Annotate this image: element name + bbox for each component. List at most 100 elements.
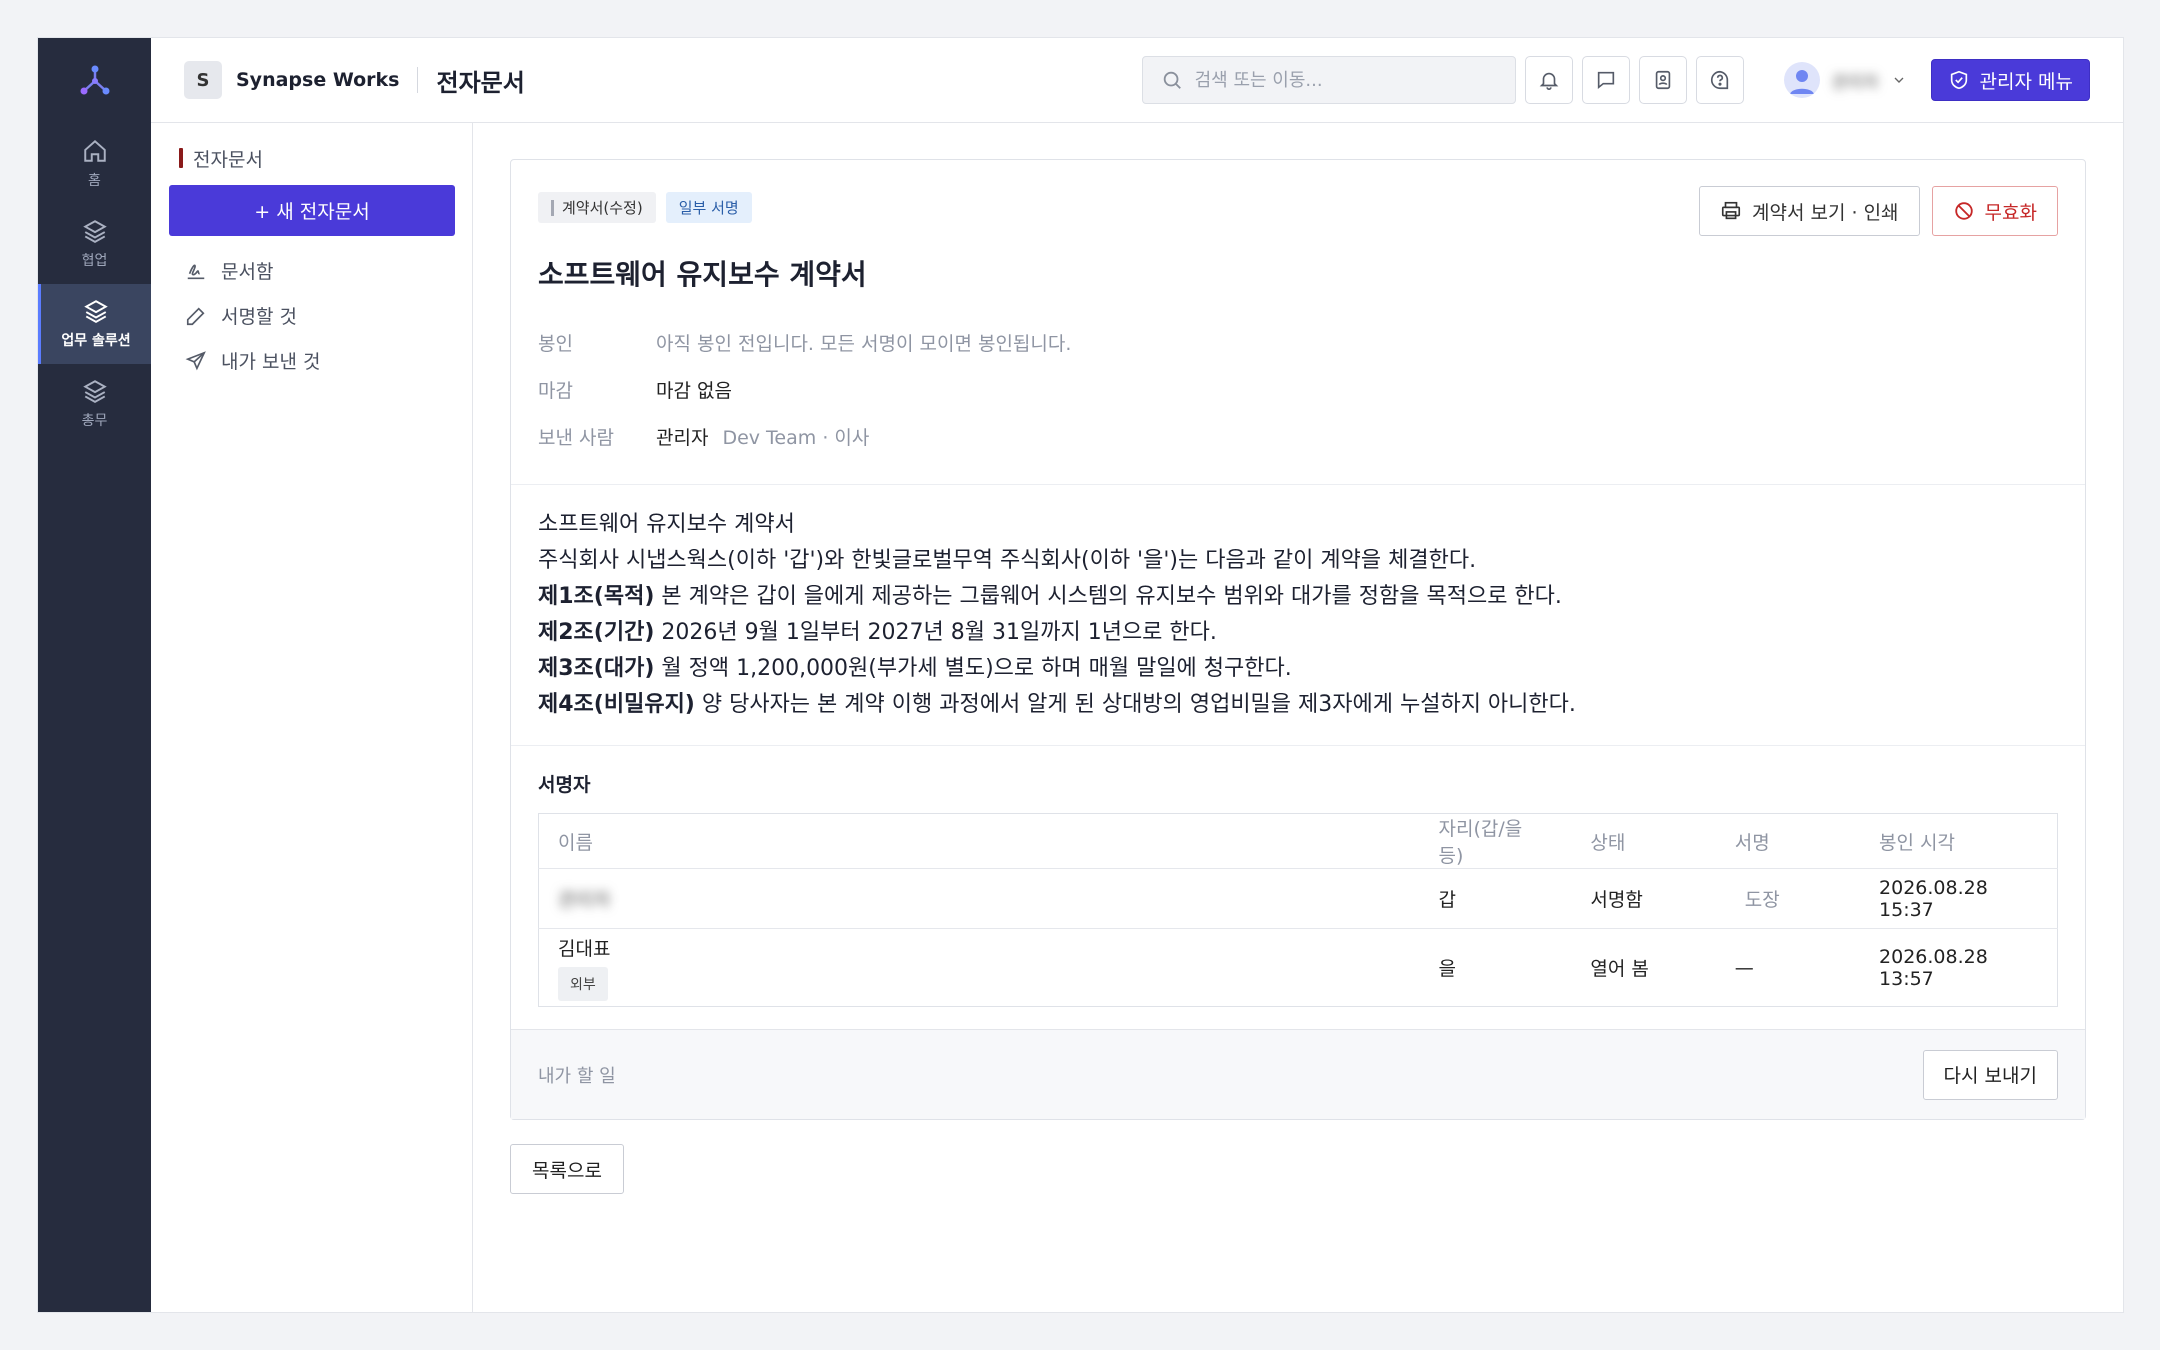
column-header: 자리(갑/을 등): [1419, 813, 1572, 869]
signer-status: 열어 봄: [1590, 958, 1649, 980]
search-box[interactable]: [1141, 56, 1516, 104]
meta-key: 마감: [538, 380, 573, 402]
meta-seal: 봉인 아직 봉인 전입니다. 모든 서명이 모이면 봉인됩니다.: [538, 319, 2058, 366]
rail-item-home[interactable]: 홈: [38, 124, 151, 204]
sender-org: Dev Team · 이사: [722, 427, 870, 449]
signature-cell: —: [1734, 956, 1754, 979]
org-badge[interactable]: S: [184, 61, 222, 99]
sender-name: 관리자: [656, 427, 709, 449]
admin-menu-button[interactable]: 관리자 메뉴: [1930, 59, 2090, 101]
content-area: 계약서(수정) 일부 서명 계약서 보기 · 인쇄 무효화 소프트웨어 유지보수…: [473, 123, 2123, 1312]
article-head: 제3조(대가): [538, 656, 655, 681]
user-name: 관리자: [1831, 72, 1879, 93]
body-line: 주식회사 시냅스웍스(이하 '갑')와 한빛글로벌무역 주식회사(이하 '을')…: [538, 548, 1477, 573]
contacts-icon: [1655, 70, 1670, 90]
body-line: 소프트웨어 유지보수 계약서: [538, 512, 795, 537]
meta-sender: 보낸 사람 관리자 Dev Team · 이사: [538, 413, 2058, 460]
ban-icon: [1954, 202, 1973, 220]
column-header: 상태: [1571, 813, 1716, 869]
document-body: 소프트웨어 유지보수 계약서 주식회사 시냅스웍스(이하 '갑')와 한빛글로벌…: [511, 485, 2085, 746]
shield-check-icon: [1950, 70, 1967, 90]
signers-table: 이름 자리(갑/을 등) 상태 서명 봉인 시각 관리자 갑 서명함 도장 20…: [538, 813, 2058, 1007]
article-head: 제4조(비밀유지): [538, 692, 695, 717]
article-head: 제2조(기간): [538, 620, 655, 645]
sidebar-item-label: 내가 보낸 것: [221, 351, 321, 373]
search-input[interactable]: [1194, 69, 1475, 91]
pen-icon: [186, 306, 205, 325]
document-type-label: 계약서(수정): [562, 199, 643, 217]
network-logo-icon[interactable]: [38, 38, 151, 124]
article: 제4조(비밀유지) 양 당사자는 본 계약 이행 과정에서 알게 된 상대방의 …: [538, 687, 2058, 723]
rail-item-label: 업무 솔루션: [61, 333, 131, 349]
search-icon: [1163, 71, 1181, 89]
send-icon: [185, 350, 206, 370]
signer-name: 관리자: [558, 889, 611, 911]
signature-stamp[interactable]: 도장: [1735, 889, 1780, 911]
todo-label: 내가 할 일: [538, 1065, 616, 1087]
contacts-button[interactable]: [1638, 56, 1687, 104]
status-badge: 일부 서명: [665, 192, 752, 223]
top-bar: S Synapse Works 전자문서 검색 또는 이동... 관리자 관리자…: [151, 38, 2123, 123]
bell-icon: [1539, 72, 1558, 90]
sidebar-section-label: 전자문서: [193, 148, 263, 171]
messages-button[interactable]: [1581, 56, 1630, 104]
column-header: 이름: [538, 813, 1420, 869]
document-header: 계약서(수정) 일부 서명 계약서 보기 · 인쇄 무효화 소프트웨어 유지보수…: [511, 160, 2085, 485]
rail-item-label: 협업: [81, 253, 108, 269]
article: 제2조(기간) 2026년 9월 1일부터 2027년 8월 31일까지 1년으…: [538, 615, 2058, 651]
void-button[interactable]: 무효화: [1931, 186, 2058, 236]
chevron-down-icon: [1894, 77, 1904, 83]
signer-party: 갑: [1419, 868, 1572, 929]
body-row: 전자문서 + 새 전자문서 문서함 서명할 것 내가 보낸 것 계약서(수정) …: [151, 123, 2123, 1312]
document-footer: 내가 할 일 다시 보내기: [511, 1029, 2085, 1119]
meta-value: 아직 봉인 전입니다. 모든 서명이 모이면 봉인됩니다.: [656, 333, 1072, 355]
sidebar-item-inbox[interactable]: 문서함: [169, 248, 454, 293]
chat-icon: [1597, 71, 1614, 90]
back-to-list-button[interactable]: 목록으로: [510, 1144, 624, 1194]
org-name[interactable]: Synapse Works: [236, 69, 399, 91]
table-row: 관리자 갑 서명함 도장 2026.08.28 15:37: [538, 868, 2058, 929]
sealed-time: 2026.08.28 15:37: [1860, 868, 2058, 929]
sidebar-item-to-sign[interactable]: 서명할 것: [169, 293, 454, 338]
rail-item-work-solution[interactable]: 업무 솔루션: [38, 284, 151, 364]
signers-title: 서명자: [538, 774, 591, 796]
sidebar-section-title: 전자문서: [169, 145, 454, 171]
avatar: [1783, 62, 1820, 98]
admin-menu-label: 관리자 메뉴: [1979, 70, 2073, 93]
column-header: 서명: [1715, 813, 1861, 869]
new-document-button[interactable]: + 새 전자문서: [169, 185, 455, 236]
resend-button[interactable]: 다시 보내기: [1922, 1049, 2058, 1100]
signature-icon: [187, 264, 205, 279]
article-text: 2026년 9월 1일부터 2027년 8월 31일까지 1년으로 한다.: [654, 620, 1217, 645]
document-card: 계약서(수정) 일부 서명 계약서 보기 · 인쇄 무효화 소프트웨어 유지보수…: [510, 159, 2086, 1120]
divider: [417, 67, 419, 93]
signer-name: 김대표: [558, 938, 611, 960]
void-label: 무효화: [1984, 201, 2037, 224]
view-print-button[interactable]: 계약서 보기 · 인쇄: [1699, 186, 1920, 236]
layers-icon: [82, 380, 107, 403]
sealed-time: 2026.08.28 13:57: [1879, 945, 1988, 990]
sidebar: 전자문서 + 새 전자문서 문서함 서명할 것 내가 보낸 것: [151, 123, 473, 1312]
article: 제1조(목적) 본 계약은 갑이 을에게 제공하는 그룹웨어 시스템의 유지보수…: [538, 579, 2058, 615]
signer-party: 을: [1438, 958, 1457, 980]
article-head: 제1조(목적): [538, 584, 655, 609]
document-type-tag: 계약서(수정): [538, 192, 656, 223]
printer-icon: [1721, 201, 1741, 220]
document-title: 소프트웨어 유지보수 계약서: [538, 258, 867, 291]
notifications-button[interactable]: [1524, 56, 1573, 104]
signers-section: 서명자 이름 자리(갑/을 등) 상태 서명 봉인 시각 관리자 갑 서명함 도…: [511, 746, 2085, 1029]
rail-item-label: 총무: [81, 413, 108, 429]
layers-icon: [82, 220, 107, 243]
rail-item-label: 홈: [88, 173, 101, 189]
help-button[interactable]: [1695, 56, 1744, 104]
article-text: 월 정액 1,200,000원(부가세 별도)으로 하며 매월 말일에 청구한다…: [654, 656, 1292, 681]
rail-item-collab[interactable]: 협업: [38, 204, 151, 284]
document-actions: 계약서 보기 · 인쇄 무효화: [1699, 186, 2058, 236]
article-text: 본 계약은 갑이 을에게 제공하는 그룹웨어 시스템의 유지보수 범위와 대가를…: [654, 584, 1562, 609]
meta-key: 보낸 사람: [538, 427, 614, 449]
rail-item-general-affairs[interactable]: 총무: [38, 364, 151, 444]
user-menu[interactable]: 관리자: [1783, 62, 1907, 98]
help-icon: [1710, 70, 1728, 90]
page-title: 전자문서: [436, 68, 525, 97]
sidebar-item-sent[interactable]: 내가 보낸 것: [169, 338, 454, 383]
